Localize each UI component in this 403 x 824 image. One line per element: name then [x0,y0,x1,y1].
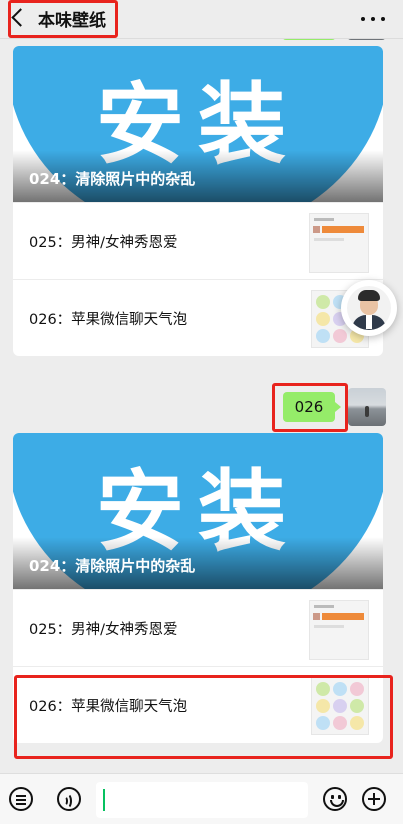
item-thumbnail [309,213,369,273]
banner-caption: 024：清除照片中的杂乱 [29,557,196,575]
article-banner[interactable]: 安装 024：清除照片中的杂乱 [13,433,383,589]
user-avatar[interactable] [348,388,386,426]
plus-icon[interactable] [362,787,386,811]
item-thumbnail [309,600,369,660]
article-card[interactable]: 安装 024：清除照片中的杂乱 025：男神/女神秀恩爱 026：苹果微信聊天气… [13,46,383,356]
emoji-icon[interactable] [323,787,347,811]
floating-avatar[interactable] [341,280,397,336]
list-item[interactable]: 026：苹果微信聊天气泡 [13,279,383,356]
menu-list-icon[interactable] [9,787,33,811]
list-item[interactable]: 025：男神/女神秀恩爱 [13,589,383,666]
voice-icon[interactable] [57,787,81,811]
banner-caption: 024：清除照片中的杂乱 [29,170,196,188]
highlight-box-item [14,675,393,759]
message-input[interactable] [96,782,308,818]
text-caret [103,789,105,811]
article-banner[interactable]: 安装 024：清除照片中的杂乱 [13,46,383,202]
list-item-label: 025：男神/女神秀恩爱 [29,235,178,251]
highlight-box-message [272,383,348,432]
more-dots-icon[interactable] [361,17,385,23]
highlight-box-title [8,0,118,38]
list-item-label: 026：苹果微信聊天气泡 [29,312,188,328]
list-item-label: 025：男神/女神秀恩爱 [29,622,178,638]
list-item[interactable]: 025：男神/女神秀恩爱 [13,202,383,279]
input-bar [0,773,403,824]
